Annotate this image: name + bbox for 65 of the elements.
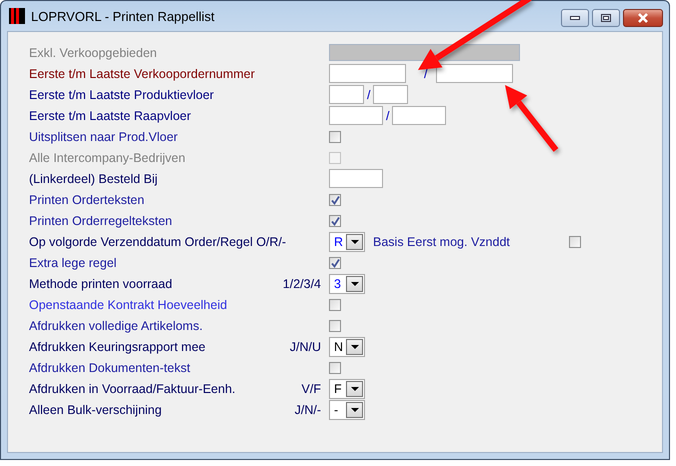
field-label: Printen Orderregelteksten	[29, 214, 172, 228]
caret-icon	[346, 234, 363, 250]
field-label: (Linkerdeel) Besteld Bij	[29, 172, 158, 186]
field-label: Alle Intercompany-Bedrijven	[29, 150, 186, 164]
caret-icon	[346, 402, 363, 418]
dropdown-value: -	[334, 402, 338, 416]
field-label: Eerste t/m Laatste Produktievloer	[29, 88, 214, 102]
close-button[interactable]	[623, 9, 663, 27]
dropdown-value: N	[334, 340, 344, 354]
field-label: Openstaande Kontrakt Hoeveelheid	[29, 298, 228, 312]
field-label: Afdrukken Dokumenten-tekst	[29, 360, 190, 374]
dropdown[interactable]: F	[329, 378, 365, 398]
window-title: LOPRVORL - Printen Rappellist	[31, 8, 216, 24]
input-field[interactable]	[436, 64, 514, 83]
field-label: Exkl. Verkoopgebieden	[29, 46, 157, 60]
caret-icon	[346, 380, 363, 396]
dropdown[interactable]: R	[329, 232, 365, 252]
separator: /	[367, 88, 370, 102]
checkbox[interactable]	[329, 362, 341, 374]
arrow	[505, 85, 558, 152]
caret-icon	[346, 276, 363, 292]
field-label: Basis Eerst mog. Vznddt	[373, 234, 511, 248]
input-field[interactable]	[329, 85, 364, 104]
minimize-icon	[570, 16, 580, 20]
field-label: Afdrukken in Voorraad/Faktuur-Eenh.	[29, 382, 236, 396]
input-field[interactable]	[329, 106, 383, 125]
field-label: Printen Orderteksten	[29, 192, 144, 206]
separator: /	[386, 108, 390, 122]
minimize-button[interactable]	[561, 9, 589, 27]
dropdown-value: F	[334, 382, 342, 396]
caret-icon	[346, 338, 363, 354]
checkbox[interactable]	[329, 194, 341, 206]
field-label: Alleen Bulk-verschijning	[29, 402, 162, 416]
dropdown[interactable]: 3	[329, 274, 365, 294]
checkbox[interactable]	[329, 298, 341, 310]
dropdown-value: R	[334, 234, 344, 248]
field-label: Methode printen voorraad	[29, 276, 172, 290]
checkbox[interactable]	[329, 130, 341, 142]
app-icon	[9, 8, 25, 24]
dropdown-value: 3	[334, 276, 341, 290]
input-field[interactable]	[392, 106, 446, 125]
maximize-button[interactable]	[592, 9, 620, 27]
checkbox[interactable]	[329, 320, 341, 332]
separator: /	[424, 66, 428, 80]
input-field[interactable]	[329, 64, 406, 83]
dropdown[interactable]: N	[329, 336, 365, 356]
format-hint: 1/2/3/4	[282, 276, 321, 290]
field-label: Uitsplitsen naar Prod.Vloer	[29, 130, 178, 144]
dropdown[interactable]: -	[329, 400, 365, 420]
field-label: Eerste t/m Laatste Raapvloer	[29, 108, 191, 122]
format-hint: V/F	[302, 382, 321, 396]
field-label: Extra lege regel	[29, 256, 117, 270]
checkbox[interactable]	[569, 236, 581, 248]
format-hint: J/N/-	[294, 402, 321, 416]
field-label: Afdrukken volledige Artikeloms.	[29, 318, 203, 332]
field-label: Eerste t/m Laatste Verkoopordernummer	[29, 66, 255, 80]
close-icon	[637, 13, 649, 23]
format-hint: J/N/U	[290, 340, 321, 354]
input-field[interactable]	[329, 169, 383, 188]
field-label: Op volgorde Verzenddatum Order/Regel O/R/-	[29, 234, 286, 248]
field-label: Afdrukken Keuringsrapport mee	[29, 340, 206, 354]
checkbox[interactable]	[329, 214, 341, 226]
input-field[interactable]	[373, 85, 408, 104]
maximize-icon	[601, 14, 611, 22]
checkbox[interactable]	[329, 256, 341, 268]
